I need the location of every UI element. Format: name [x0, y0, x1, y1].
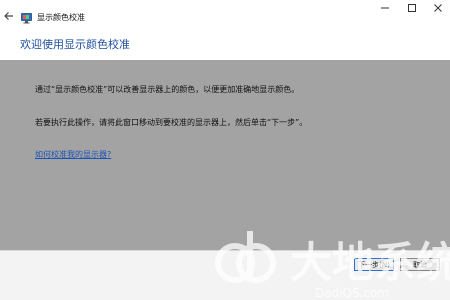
minimize-icon — [381, 7, 389, 9]
close-icon — [434, 4, 442, 12]
button-bar: 下一步(N) 取消 — [0, 250, 450, 300]
divider — [0, 250, 450, 251]
title-bar: 显示颜色校准 — [0, 0, 450, 28]
next-button[interactable]: 下一步(N) — [354, 258, 394, 271]
maximize-icon — [408, 4, 416, 12]
page-heading: 欢迎使用显示颜色校准 — [20, 38, 130, 51]
instruction-paragraph: 若要执行此操作，请将此窗口移动到要校准的显示器上，然后单击“下一步”。 — [35, 118, 308, 127]
minimize-button[interactable] — [370, 0, 400, 16]
calibration-window: 显示颜色校准 欢迎使用显示颜色校准 通过“显示颜色校准”可以改善显示器上的颜色，… — [0, 0, 450, 300]
content-area: 通过“显示颜色校准”可以改善显示器上的颜色，以便更加准确地显示颜色。 若要执行此… — [0, 60, 450, 250]
window-title: 显示颜色校准 — [37, 13, 85, 22]
back-arrow-icon[interactable] — [2, 9, 16, 23]
help-link[interactable]: 如何校准我的显示器? — [35, 150, 111, 160]
cancel-button[interactable]: 取消 — [400, 258, 440, 271]
monitor-icon — [21, 9, 32, 24]
intro-paragraph: 通过“显示颜色校准”可以改善显示器上的颜色，以便更加准确地显示颜色。 — [35, 85, 300, 94]
close-button[interactable] — [423, 0, 450, 16]
